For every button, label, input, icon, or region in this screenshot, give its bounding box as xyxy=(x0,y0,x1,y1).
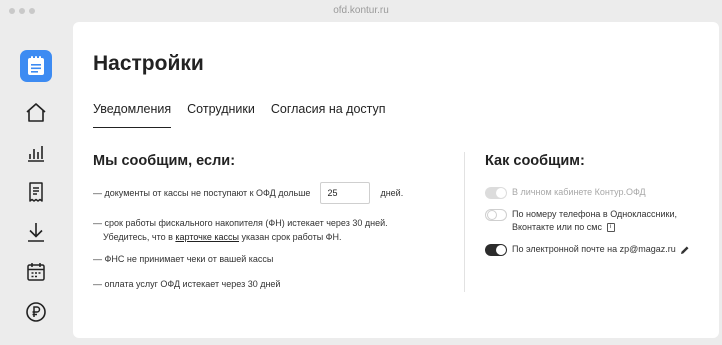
sidebar-item-download[interactable] xyxy=(20,216,52,248)
rule-fn-expiry-line1: — срок работы фискального накопителя (ФН… xyxy=(93,218,388,228)
tab-notifications[interactable]: Уведомления xyxy=(93,102,172,128)
email-label: По электронной почте на zp@magaz.ru xyxy=(512,243,690,256)
download-icon xyxy=(28,223,44,242)
notepad-icon xyxy=(28,56,44,75)
page-title: Настройки xyxy=(93,52,204,75)
personal-cabinet-label: В личном кабинете Контур.ОФД xyxy=(512,187,646,197)
rule-fn-expiry: — срок работы фискального накопителя (ФН… xyxy=(93,216,388,244)
calendar-icon xyxy=(27,263,45,281)
sidebar-item-receipts[interactable] xyxy=(20,176,52,208)
sidebar-item-payments[interactable] xyxy=(20,296,52,328)
notify-how-title: Как сообщим: xyxy=(485,153,585,169)
bar-chart-icon xyxy=(28,146,44,162)
sidebar-item-calendar[interactable] xyxy=(20,256,52,288)
days-input[interactable] xyxy=(320,182,371,204)
option-personal-cabinet: В личном кабинете Контур.ОФД xyxy=(485,186,705,200)
phone-label-line2: Вконтакте или по смс xyxy=(512,222,602,232)
tab-employees[interactable]: Сотрудники xyxy=(187,102,255,128)
rule-fn-expiry-line2: Убедитесь, что в карточке кассы указан с… xyxy=(93,230,388,244)
receipt-icon xyxy=(29,182,43,202)
column-divider xyxy=(464,152,465,292)
phone-label: По номеру телефона в Одноклассники, Вкон… xyxy=(512,208,677,234)
sidebar-item-reports[interactable] xyxy=(20,137,52,169)
info-icon[interactable]: i xyxy=(606,223,615,233)
ruble-icon xyxy=(26,302,46,322)
phone-toggle[interactable] xyxy=(485,209,507,221)
rule-ofd-payment-expiry: — оплата услуг ОФД истекает через 30 дне… xyxy=(93,279,281,289)
tab-bar: Уведомления Сотрудники Согласия на досту… xyxy=(93,102,402,128)
option-email: По электронной почте на zp@magaz.ru xyxy=(485,243,715,257)
phone-label-line1: По номеру телефона в Одноклассники, xyxy=(512,209,677,219)
sidebar xyxy=(8,30,66,338)
personal-cabinet-toggle xyxy=(485,187,507,199)
days-unit-label: дней. xyxy=(380,188,404,198)
rule-fn-expiry-text-after: указан срок работы ФН. xyxy=(241,232,342,242)
address-bar[interactable]: ofd.kontur.ru xyxy=(0,5,722,16)
settings-panel: Настройки Уведомления Сотрудники Согласи… xyxy=(73,22,719,338)
rule-fns-rejects: — ФНС не принимает чеки от вашей кассы xyxy=(93,254,274,264)
tab-access-consents[interactable]: Согласия на доступ xyxy=(271,102,386,128)
rule-documents-delay: — документы от кассы не поступают к ОФД … xyxy=(93,182,403,204)
sidebar-item-notes[interactable] xyxy=(20,50,52,82)
cash-register-card-link[interactable]: карточке кассы xyxy=(175,232,239,242)
home-icon xyxy=(26,103,46,122)
sidebar-item-home[interactable] xyxy=(20,97,52,129)
browser-titlebar: ofd.kontur.ru xyxy=(0,0,722,22)
email-toggle[interactable] xyxy=(485,244,507,256)
rule-documents-delay-text: — документы от кассы не поступают к ОФД … xyxy=(93,188,311,198)
rule-fn-expiry-text-before: Убедитесь, что в xyxy=(103,232,173,242)
email-label-text: По электронной почте на zp@magaz.ru xyxy=(512,244,676,254)
notify-when-title: Мы сообщим, если: xyxy=(93,153,236,169)
option-phone: По номеру телефона в Одноклассники, Вкон… xyxy=(485,208,715,236)
edit-pencil-icon[interactable] xyxy=(680,245,690,255)
